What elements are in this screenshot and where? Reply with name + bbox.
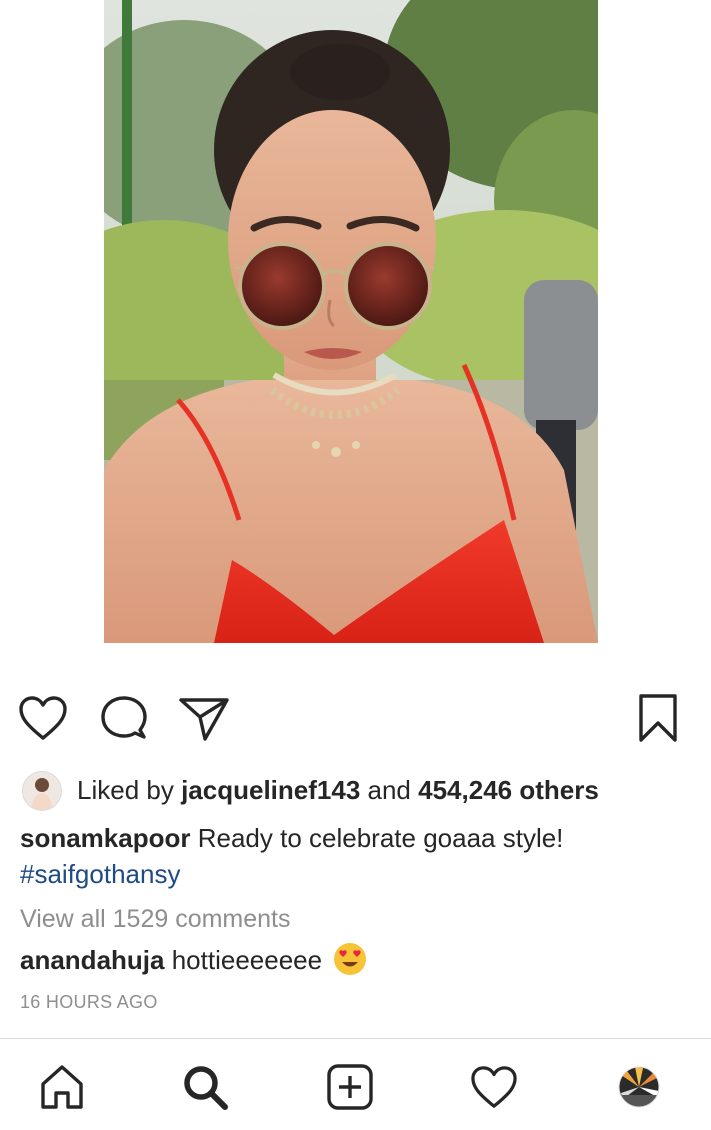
post-photo[interactable] bbox=[104, 0, 598, 643]
activity-heart-icon[interactable] bbox=[466, 1059, 522, 1115]
comment-text: hottieeeeeee bbox=[171, 945, 323, 975]
paper-plane-icon[interactable] bbox=[176, 690, 232, 746]
profile-avatar-icon[interactable] bbox=[611, 1059, 667, 1115]
caption-hashtag-link[interactable]: #saifgothansy bbox=[20, 856, 180, 892]
likes-connector: and bbox=[367, 775, 411, 805]
comment-row: anandahuja hottieeeeeee bbox=[20, 942, 367, 978]
heart-eyes-emoji bbox=[333, 942, 367, 976]
caption-username-link[interactable]: sonamkapoor bbox=[20, 823, 191, 853]
caption-text: Ready to celebrate goaaa style! bbox=[197, 823, 564, 853]
heart-outline-icon[interactable] bbox=[15, 690, 71, 746]
post-caption: sonamkapoor Ready to celebrate goaaa sty… bbox=[20, 820, 700, 892]
liker-avatar[interactable] bbox=[22, 771, 62, 811]
comment-username-link[interactable]: anandahuja bbox=[20, 945, 164, 975]
search-icon[interactable] bbox=[177, 1059, 233, 1115]
view-all-comments-link[interactable]: View all 1529 comments bbox=[20, 902, 291, 936]
post-timestamp: 16 HOURS AGO bbox=[20, 992, 158, 1012]
likes-row: Liked by jacquelinef143 and 454,246 othe… bbox=[0, 768, 711, 812]
likes-summary: Liked by jacquelinef143 and 454,246 othe… bbox=[77, 774, 599, 806]
post-action-bar bbox=[0, 690, 711, 750]
comment-bubble-icon[interactable] bbox=[96, 690, 152, 746]
liker-username-link[interactable]: jacquelinef143 bbox=[181, 775, 360, 805]
likes-count-link[interactable]: 454,246 others bbox=[418, 775, 599, 805]
home-icon[interactable] bbox=[34, 1059, 90, 1115]
bottom-navigation-bar bbox=[0, 1038, 711, 1130]
bookmark-icon[interactable] bbox=[630, 690, 686, 746]
likes-prefix: Liked by bbox=[77, 775, 174, 805]
new-post-icon[interactable] bbox=[322, 1059, 378, 1115]
